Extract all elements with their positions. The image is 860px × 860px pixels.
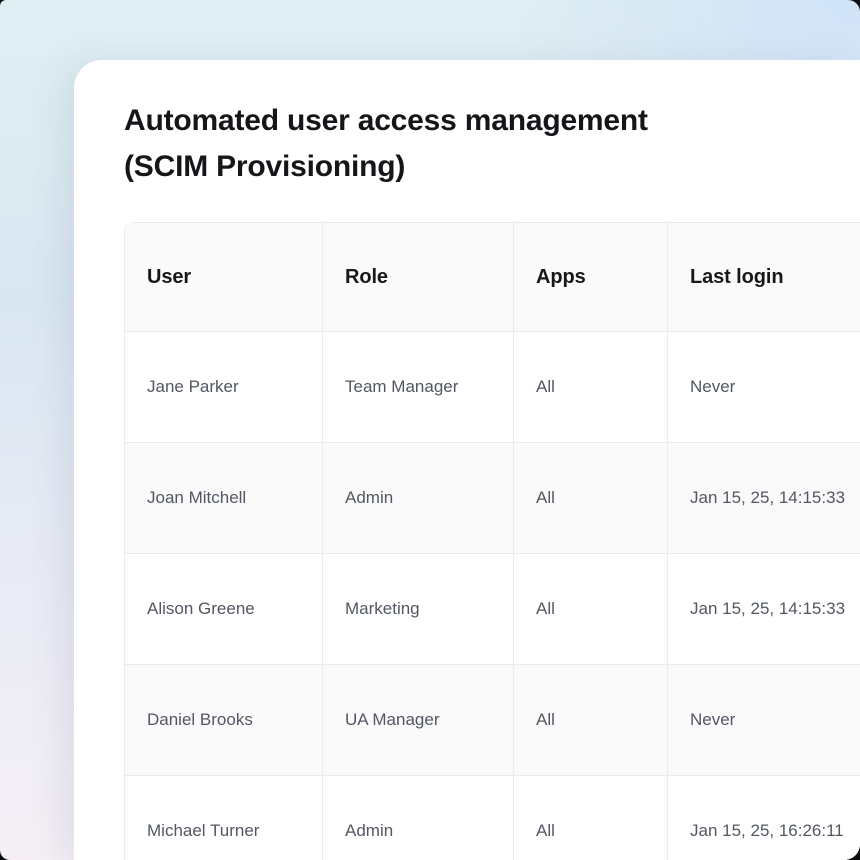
role-cell: UA Manager [323, 665, 514, 776]
user-cell: Joan Mitchell [125, 443, 323, 554]
user-cell: Jane Parker [125, 332, 323, 443]
column-header-apps: Apps [514, 223, 668, 332]
last-login-cell: Never [668, 332, 860, 443]
role-cell: Admin [323, 443, 514, 554]
role-cell: Admin [323, 776, 514, 860]
table-row[interactable]: Michael Turner Admin All Jan 15, 25, 16:… [125, 776, 860, 860]
last-login-cell: Jan 15, 25, 14:15:33 [668, 443, 860, 554]
table-row[interactable]: Joan Mitchell Admin All Jan 15, 25, 14:1… [125, 443, 860, 554]
table-header-row: User Role Apps Last login [125, 223, 860, 332]
table-row[interactable]: Daniel Brooks UA Manager All Never [125, 665, 860, 776]
page-background: Automated user access management (SCIM P… [0, 0, 860, 860]
column-header-last-login: Last login [668, 223, 860, 332]
user-cell: Daniel Brooks [125, 665, 323, 776]
page-title-line2: (SCIM Provisioning) [124, 144, 860, 190]
table-row[interactable]: Jane Parker Team Manager All Never [125, 332, 860, 443]
column-header-role: Role [323, 223, 514, 332]
content-card: Automated user access management (SCIM P… [74, 60, 860, 860]
last-login-cell: Jan 15, 25, 16:26:11 [668, 776, 860, 860]
last-login-cell: Jan 15, 25, 14:15:33 [668, 554, 860, 665]
user-cell: Alison Greene [125, 554, 323, 665]
apps-cell: All [514, 332, 668, 443]
role-cell: Team Manager [323, 332, 514, 443]
page-title-line1: Automated user access management [124, 98, 860, 144]
user-cell: Michael Turner [125, 776, 323, 860]
last-login-cell: Never [668, 665, 860, 776]
apps-cell: All [514, 554, 668, 665]
apps-cell: All [514, 665, 668, 776]
column-header-user: User [125, 223, 323, 332]
apps-cell: All [514, 443, 668, 554]
page-title: Automated user access management (SCIM P… [124, 98, 860, 190]
apps-cell: All [514, 776, 668, 860]
role-cell: Marketing [323, 554, 514, 665]
users-table: User Role Apps Last login Jane Parker Te… [124, 222, 860, 860]
table-row[interactable]: Alison Greene Marketing All Jan 15, 25, … [125, 554, 860, 665]
